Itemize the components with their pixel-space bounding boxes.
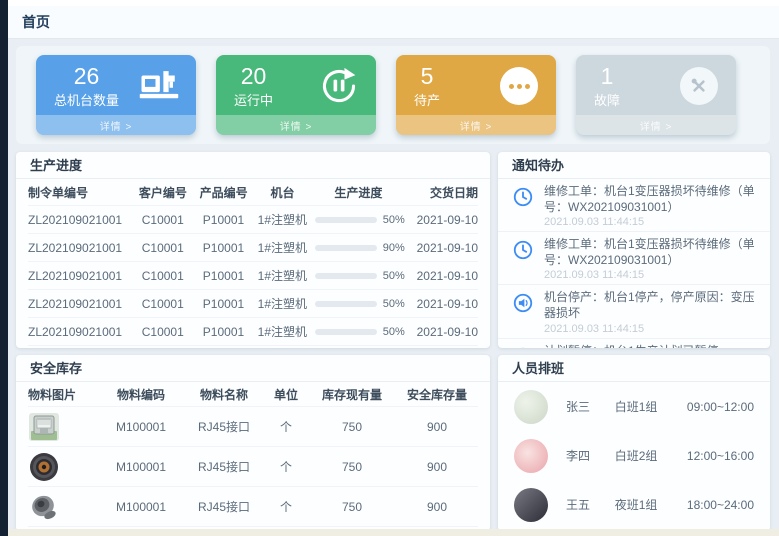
stat-card-total-machines[interactable]: 26 总机台数量 详情 >	[36, 55, 196, 135]
fault-detail-link[interactable]: 详情 >	[576, 115, 736, 135]
person-name: 张三	[566, 398, 615, 415]
stat-card-waiting[interactable]: 5 待产 详情 >	[396, 55, 556, 135]
inventory-row: M100001 RJ45接口 个 750 900	[28, 407, 478, 447]
notification-item[interactable]: 机台停产：机台1停产，停产原因：变压器损坏 2021.09.03 11:44:1…	[498, 285, 770, 338]
total-machines-label: 总机台数量	[54, 90, 119, 109]
production-row: ZL202109021001 C10001 P10001 1#注塑机 50% 2…	[28, 206, 478, 234]
running-detail-link[interactable]: 详情 >	[216, 115, 376, 135]
waiting-value: 5	[421, 63, 434, 89]
safety-stock-header: 物料图片 物料编码 物料名称 单位 库存现有量 安全库存量	[28, 382, 478, 407]
schedule-row: 张三 白班1组 09:00~12:00	[498, 382, 770, 431]
progress-bar	[315, 273, 377, 279]
notification-text: 机台停产：机台1停产，停产原因：变压器损坏	[544, 290, 758, 321]
ellipsis-circle-icon	[498, 65, 540, 107]
fault-label: 故障	[594, 90, 620, 109]
notification-time: 2021.09.03 11:44:15	[544, 323, 758, 335]
notification-text: 维修工单：机台1变压器损坏待维修（单号：WX202109031001）	[544, 237, 758, 268]
notification-text: 计划暂停：机台1生产计划已暂停	[544, 344, 758, 348]
col-stock-qty: 库存现有量	[308, 386, 396, 403]
avatar	[514, 390, 548, 424]
stat-card-fault[interactable]: 1 故障 详情 >	[576, 55, 736, 135]
personnel-schedule-title: 人员排班	[498, 355, 770, 382]
person-name: 李四	[566, 447, 615, 464]
machine-icon	[138, 65, 180, 107]
running-label: 运行中	[234, 90, 273, 109]
notification-item[interactable]: 维修工单：机台1变压器损坏待维修（单号：WX202109031001） 2021…	[498, 179, 770, 232]
shift-time: 12:00~16:00	[687, 449, 754, 463]
production-row: ZL202109021001 C10001 P10001 1#注塑机 90% 2…	[28, 234, 478, 262]
production-table-header: 制令单编号 客户编号 产品编号 机台 生产进度 交货日期	[28, 179, 478, 206]
stat-card-running[interactable]: 20 运行中 详情 >	[216, 55, 376, 135]
schedule-row: 李四 白班2组 12:00~16:00	[498, 431, 770, 480]
speaker-icon	[512, 346, 534, 348]
safety-stock-table: 物料图片 物料编码 物料名称 单位 库存现有量 安全库存量	[16, 382, 490, 527]
notification-time: 2021.09.03 11:44:15	[544, 269, 758, 281]
notifications-title: 通知待办	[498, 152, 770, 179]
safety-stock-panel: 安全库存 物料图片 物料编码 物料名称 单位 库存现有量 安全库存量	[16, 355, 490, 531]
sidebar-edge	[0, 0, 8, 536]
total-machines-value: 26	[74, 63, 100, 89]
production-progress-title: 生产进度	[16, 152, 490, 179]
stats-cards-panel: 26 总机台数量 详情 >	[16, 46, 770, 144]
running-value: 20	[241, 63, 267, 89]
safety-stock-title: 安全库存	[16, 355, 490, 382]
shift-label: 夜班1组	[615, 496, 687, 513]
progress-bar	[315, 301, 377, 307]
col-customer-no: 客户编号	[132, 184, 193, 201]
avatar	[514, 488, 548, 522]
round-speaker-photo	[28, 451, 60, 483]
progress-bar	[315, 217, 377, 223]
inventory-row: M100001 RJ45接口 个 750 900	[28, 487, 478, 527]
col-progress: 生产进度	[311, 184, 406, 201]
shift-label: 白班2组	[615, 447, 687, 464]
page-header: 首页	[8, 6, 779, 39]
person-name: 王五	[566, 496, 615, 513]
col-material-code: 物料编码	[98, 386, 184, 403]
running-cycle-icon	[318, 65, 360, 107]
cone-speaker-photo	[28, 491, 60, 523]
waiting-detail-link[interactable]: 详情 >	[396, 115, 556, 135]
progress-bar	[315, 245, 377, 251]
total-machines-detail-link[interactable]: 详情 >	[36, 115, 196, 135]
col-order-no: 制令单编号	[28, 184, 132, 201]
notification-time: 2021.09.03 11:44:15	[544, 216, 758, 228]
col-unit: 单位	[264, 386, 308, 403]
avatar	[514, 439, 548, 473]
col-material-name: 物料名称	[184, 386, 264, 403]
production-table: 制令单编号 客户编号 产品编号 机台 生产进度 交货日期 ZL202109021…	[16, 179, 490, 346]
col-machine: 机台	[254, 184, 311, 201]
notification-text: 维修工单：机台1变压器损坏待维修（单号：WX202109031001）	[544, 184, 758, 215]
notification-item[interactable]: 维修工单：机台1变压器损坏待维修（单号：WX202109031001） 2021…	[498, 232, 770, 285]
clock-icon	[512, 186, 534, 208]
schedule-row: 王五 夜班1组 18:00~24:00	[498, 480, 770, 529]
production-row: ZL202109021001 C10001 P10001 1#注塑机 50% 2…	[28, 290, 478, 318]
notification-item[interactable]: 计划暂停：机台1生产计划已暂停 2021.09.03 11:44:15	[498, 339, 770, 348]
shift-time: 09:00~12:00	[687, 400, 754, 414]
speaker-icon	[512, 292, 534, 314]
repair-tools-icon	[678, 65, 720, 107]
fault-value: 1	[601, 63, 614, 89]
personnel-schedule-panel: 人员排班 张三 白班1组 09:00~12:00 李四 白班2组 12:00~1…	[498, 355, 770, 531]
production-row: ZL202109021001 C10001 P10001 1#注塑机 50% 2…	[28, 262, 478, 290]
clock-icon	[512, 239, 534, 261]
inventory-row: M100001 RJ45接口 个 750 900	[28, 447, 478, 487]
rj45-connector-photo	[28, 411, 60, 443]
col-safety-qty: 安全库存量	[396, 386, 478, 403]
col-material-image: 物料图片	[28, 386, 98, 403]
col-delivery-date: 交货日期	[406, 184, 478, 201]
dashboard-content: 26 总机台数量 详情 >	[8, 39, 779, 529]
progress-bar	[315, 329, 377, 335]
shift-time: 18:00~24:00	[687, 498, 754, 512]
page-title: 首页	[22, 12, 50, 32]
notifications-panel: 通知待办 维修工单：机台1变压器损坏待维修（单号：WX202109031001）…	[498, 152, 770, 348]
col-product-no: 产品编号	[193, 184, 254, 201]
bottom-window-strip	[8, 529, 779, 536]
production-progress-panel: 生产进度 制令单编号 客户编号 产品编号 机台 生产进度 交货日期 ZL2021…	[16, 152, 490, 348]
production-row: ZL202109021001 C10001 P10001 1#注塑机 50% 2…	[28, 318, 478, 346]
shift-label: 白班1组	[615, 398, 687, 415]
waiting-label: 待产	[414, 90, 440, 109]
